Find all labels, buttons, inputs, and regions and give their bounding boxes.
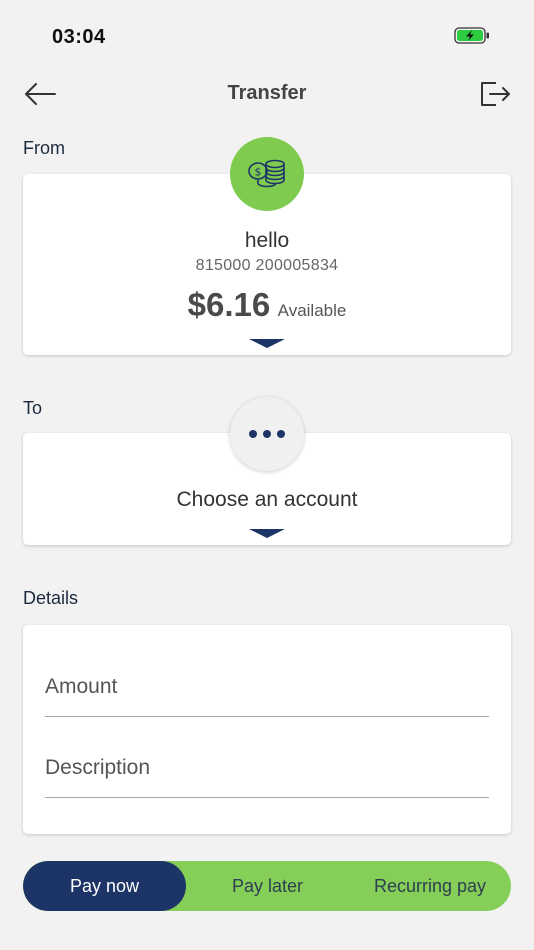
account-name: hello — [244, 229, 290, 252]
logout-icon[interactable] — [478, 79, 512, 109]
recurring-pay-option[interactable]: Recurring pay — [349, 861, 511, 911]
from-label: From — [23, 138, 65, 158]
coins-icon: $ — [230, 137, 304, 211]
amount-field[interactable]: Amount — [45, 667, 489, 717]
description-placeholder: Description — [45, 756, 151, 779]
details-label: Details — [23, 588, 79, 608]
account-number: 815000 200005834 — [195, 257, 339, 274]
choose-account-label: Choose an account — [176, 488, 358, 511]
page-title: Transfer — [227, 82, 307, 104]
chevron-down-icon[interactable] — [249, 529, 285, 538]
nav-bar: Transfer — [0, 70, 534, 120]
pay-now-option[interactable]: Pay now — [23, 861, 186, 911]
balance-row: $6.16 Available — [23, 286, 511, 324]
amount-placeholder: Amount — [45, 675, 118, 698]
more-dots-icon[interactable] — [230, 397, 304, 471]
pay-later-option[interactable]: Pay later — [186, 861, 349, 911]
to-label: To — [23, 398, 43, 418]
dots-glyph — [249, 430, 285, 438]
balance-label: Available — [277, 301, 347, 320]
description-field[interactable]: Description — [45, 748, 489, 798]
status-time: 03:04 — [52, 26, 106, 48]
balance-amount: $6.16 — [187, 286, 271, 323]
battery-charging-icon — [454, 27, 489, 44]
details-card: Amount Description — [23, 625, 511, 834]
payment-timing-toggle: Pay later Recurring pay Pay now — [23, 861, 511, 911]
coins-glyph: $ — [248, 159, 285, 188]
status-bar: 03:04 — [0, 0, 534, 70]
svg-text:$: $ — [255, 166, 262, 179]
chevron-down-icon[interactable] — [249, 339, 285, 348]
